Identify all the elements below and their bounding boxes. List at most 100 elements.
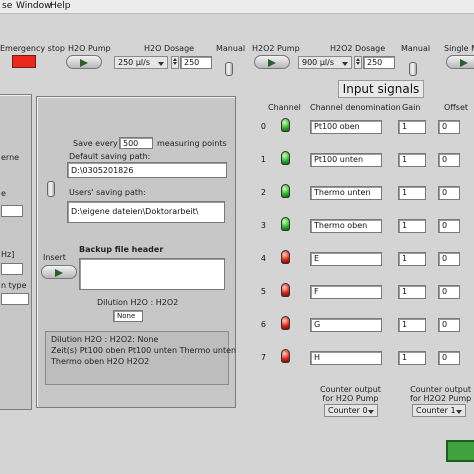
h2o-dosage-value[interactable]: 250 [180, 56, 212, 69]
emergency-stop-label: Emergency stop [0, 44, 65, 53]
channel-name-field[interactable]: Pt100 unten [310, 153, 382, 167]
left-label-1: erne [1, 153, 20, 162]
ok-button[interactable] [446, 440, 474, 462]
channel-offset-field[interactable]: 0 [438, 351, 460, 365]
h2o2-dosage-select[interactable]: 900 µl/s [298, 56, 352, 69]
h2o-pump-label: H2O Pump [68, 44, 111, 53]
h2o2-dosage-stepper[interactable] [354, 56, 362, 69]
emergency-stop-button[interactable] [12, 55, 36, 68]
channel-number: 0 [260, 122, 266, 131]
col-offset: Offset [444, 103, 469, 112]
backup-header-label: Backup file header [79, 245, 164, 254]
channel-enable-led[interactable] [281, 151, 290, 165]
col-channel: Channel [268, 103, 301, 112]
input-signals-title: Input signals [338, 80, 424, 98]
left-label-3: Hz] [1, 250, 15, 259]
insert-label: Insert [43, 253, 66, 262]
save-every-label: Save every [73, 139, 118, 148]
h2o2-pump-label: H2O2 Pump [252, 44, 300, 53]
left-settings-panel: erne e Hz] n type [0, 94, 32, 410]
header-line-1: Dilution H2O : H2O2: None [51, 335, 159, 344]
channel-gain-field[interactable]: 1 [398, 153, 426, 167]
channel-offset-field[interactable]: 0 [438, 186, 460, 200]
channel-offset-field[interactable]: 0 [438, 252, 460, 266]
channel-name-field[interactable]: F [310, 285, 382, 299]
backup-header-field[interactable] [79, 258, 225, 290]
channel-enable-led[interactable] [281, 316, 290, 330]
channel-enable-led[interactable] [281, 118, 290, 132]
dilution-field[interactable]: None [113, 310, 143, 322]
channel-number: 1 [260, 155, 266, 164]
menu-item-window[interactable]: Window [16, 1, 52, 11]
channel-gain-field[interactable]: 1 [398, 285, 426, 299]
channel-name-field[interactable]: E [310, 252, 382, 266]
h2o2-dosage-value[interactable]: 250 [363, 56, 395, 69]
h2o-dosage-select[interactable]: 250 µl/s [114, 56, 168, 69]
channel-enable-led[interactable] [281, 349, 290, 363]
channel-number: 2 [260, 188, 266, 197]
channel-name-field[interactable]: G [310, 318, 382, 332]
h2o2-dosage-label: H2O2 Dosage [330, 44, 386, 53]
play-icon [460, 59, 468, 67]
channel-name-field[interactable]: Thermo oben [310, 219, 382, 233]
header-line-2: Zeit(s) Pt100 oben Pt100 unten Thermo un… [51, 346, 237, 355]
channel-name-field[interactable]: H [310, 351, 382, 365]
path-toggle[interactable] [47, 181, 55, 197]
chevron-down-icon [342, 62, 348, 66]
h2o-dosage-label: H2O Dosage [144, 44, 195, 53]
single-mode-label: Single M [444, 44, 474, 53]
left-field-2[interactable] [1, 263, 23, 275]
insert-button[interactable] [41, 265, 77, 279]
save-every-field[interactable]: 500 [119, 137, 153, 149]
manual-toggle-1[interactable] [225, 62, 233, 76]
channel-gain-field[interactable]: 1 [398, 351, 426, 365]
channel-enable-led[interactable] [281, 217, 290, 231]
users-path-field[interactable]: D:\eigene dateien\Doktorarbeit\ [67, 201, 225, 223]
channel-offset-field[interactable]: 0 [438, 219, 460, 233]
channel-gain-field[interactable]: 1 [398, 219, 426, 233]
counter-h2o-select[interactable]: Counter 0 [324, 404, 378, 417]
channel-number: 3 [260, 221, 266, 230]
counter-h2o2-select[interactable]: Counter 1 [412, 404, 466, 417]
left-field-3[interactable] [1, 293, 29, 305]
counter-h2o-label: Counter output for H2O Pump [320, 385, 381, 403]
channel-gain-field[interactable]: 1 [398, 318, 426, 332]
header-preview: Dilution H2O : H2O2: None Zeit(s) Pt100 … [45, 331, 237, 385]
chevron-down-icon [368, 410, 374, 414]
play-icon [80, 59, 88, 67]
channel-name-field[interactable]: Thermo unten [310, 186, 382, 200]
dilution-label: Dilution H2O : H2O2 [97, 298, 179, 307]
measuring-points-label: measuring points [157, 139, 227, 148]
chevron-down-icon [158, 62, 164, 66]
h2o-dosage-stepper[interactable] [171, 56, 179, 69]
channel-offset-field[interactable]: 0 [438, 120, 460, 134]
single-mode-button[interactable] [446, 55, 474, 69]
saving-panel: Save every 500 measuring points Default … [36, 96, 236, 408]
channel-enable-led[interactable] [281, 283, 290, 297]
default-path-label: Default saving path: [69, 152, 151, 161]
counter-h2o2-label: Counter output for H2O2 Pump [410, 385, 472, 403]
col-denomination: Channel denomination [310, 103, 401, 112]
channel-name-field[interactable]: Pt100 oben [310, 120, 382, 134]
manual-label-2: Manual [401, 44, 431, 53]
left-field-1[interactable] [1, 205, 23, 217]
menu-item-help[interactable]: Help [50, 1, 71, 11]
channel-offset-field[interactable]: 0 [438, 153, 460, 167]
channel-offset-field[interactable]: 0 [438, 285, 460, 299]
header-line-3: Thermo oben H2O H2O2 [51, 357, 150, 366]
channel-gain-field[interactable]: 1 [398, 186, 426, 200]
h2o2-pump-button[interactable] [254, 55, 290, 69]
channel-number: 4 [260, 254, 266, 263]
channel-offset-field[interactable]: 0 [438, 318, 460, 332]
h2o-pump-button[interactable] [66, 55, 102, 69]
channel-gain-field[interactable]: 1 [398, 252, 426, 266]
channel-gain-field[interactable]: 1 [398, 120, 426, 134]
channel-enable-led[interactable] [281, 184, 290, 198]
menu-bar: se Window Help [0, 0, 474, 14]
manual-label-1: Manual [216, 44, 246, 53]
menu-item-se[interactable]: se [2, 1, 12, 11]
chevron-down-icon [456, 410, 462, 414]
manual-toggle-2[interactable] [409, 62, 417, 76]
channel-enable-led[interactable] [281, 250, 290, 264]
play-icon [55, 269, 63, 277]
